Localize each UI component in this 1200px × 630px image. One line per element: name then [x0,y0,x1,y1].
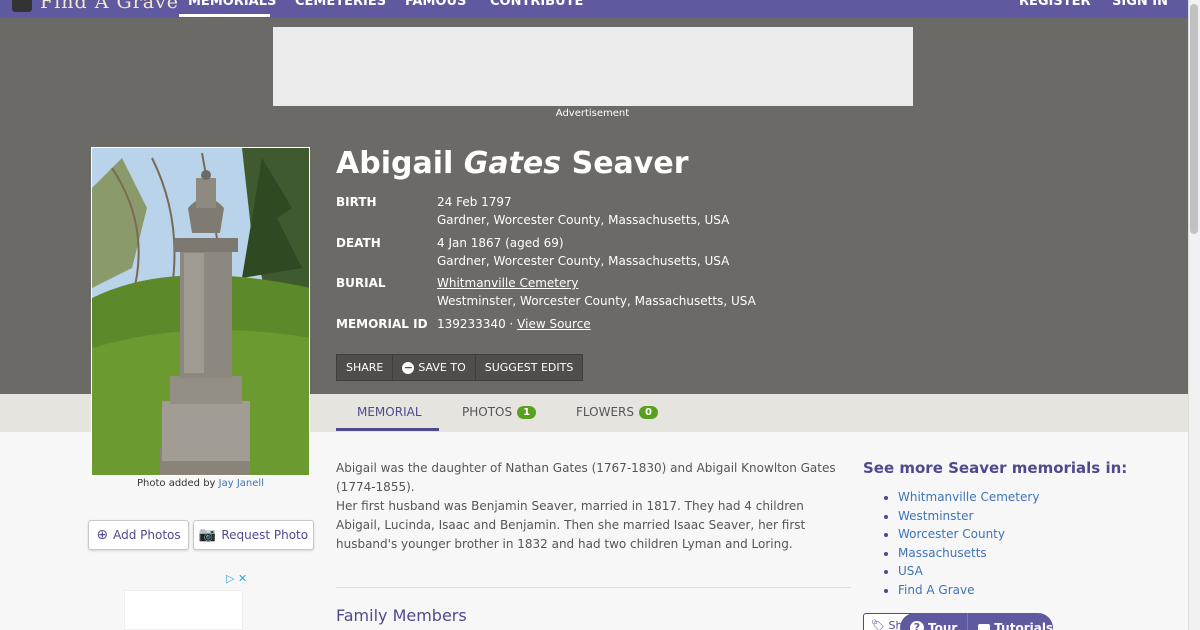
see-more-link-city[interactable]: Westminster [880,507,1039,526]
tab-memorial[interactable]: MEMORIAL [357,405,422,419]
family-members-heading: Family Members [336,606,467,625]
tab-photos[interactable]: PHOTOS 1 [462,405,537,419]
tab-active-underline [336,428,439,431]
video-icon [978,623,991,630]
logo-icon [12,0,32,12]
nav-contribute[interactable]: CONTRIBUTE [490,0,583,9]
plus-circle-icon: ⊕ [96,527,109,543]
see-more-list: Whitmanville Cemetery Westminster Worces… [880,488,1039,599]
nav-cemeteries[interactable]: CEMETERIES [295,0,386,9]
tag-icon: 🏷 [871,619,885,630]
birth-label: BIRTH [336,195,377,209]
ad-label: Advertisement [555,108,630,119]
gravestone-image [92,148,309,475]
memorial-id-label: MEMORIAL ID [336,317,428,331]
tour-button[interactable]: ? Tour [900,613,967,630]
memorial-actions: SHARE − SAVE TO SUGGEST EDITS [336,354,584,381]
see-more-heading: See more Seaver memorials in: [863,459,1128,477]
gravestone-photo[interactable] [91,147,310,476]
sidebar-ad[interactable] [124,590,243,630]
burial-label: BURIAL [336,276,386,290]
flowers-count-badge: 0 [639,406,658,419]
see-more-link-country[interactable]: USA [880,562,1039,581]
maiden-name: Gates [463,146,562,181]
camera-icon: 📷 [198,527,217,543]
nav-register[interactable]: REGISTER [1019,0,1091,9]
scrollbar-thumb[interactable] [1190,4,1198,234]
memorial-name: Abigail Gates Seaver [336,146,689,181]
photos-count-badge: 1 [517,406,537,419]
death-label: DEATH [336,236,381,250]
birth-value: 24 Feb 1797 Gardner, Worcester County, M… [437,195,730,227]
memorial-id-value: 139233340 · View Source [437,317,591,331]
burial-value: Whitmanville Cemetery Westminster, Worce… [437,274,756,308]
see-more-link-county[interactable]: Worcester County [880,525,1039,544]
banner-ad[interactable] [273,27,913,106]
nav-memorials[interactable]: MEMORIALS [188,0,276,9]
see-more-link-state[interactable]: Massachusetts [880,544,1039,563]
section-divider [336,587,851,588]
ad-choices-icon[interactable]: ▷ ✕ [226,572,247,585]
suggest-edits-button[interactable]: SUGGEST EDITS [475,354,584,381]
top-navigation: Find A Grave MEMORIALS CEMETERIES FAMOUS… [0,0,1188,18]
add-photos-button[interactable]: ⊕ Add Photos [88,520,189,550]
tutorials-button[interactable]: Tutorials [967,613,1063,630]
help-pill: ? Tour Tutorials [900,613,1053,630]
burial-cemetery-link[interactable]: Whitmanville Cemetery [437,274,756,292]
view-source-link[interactable]: View Source [517,317,591,331]
nav-active-indicator [179,14,270,17]
memorial-bio: Abigail was the daughter of Nathan Gates… [336,461,836,551]
nav-sign-in[interactable]: SIGN IN [1112,0,1168,9]
death-value: 4 Jan 1867 (aged 69) Gardner, Worcester … [437,236,730,268]
see-more-link-site[interactable]: Find A Grave [880,581,1039,600]
see-more-link-cemetery[interactable]: Whitmanville Cemetery [880,488,1039,507]
minus-circle-icon: − [402,360,415,374]
save-to-button[interactable]: − SAVE TO [393,354,476,381]
share-button[interactable]: SHARE [336,354,394,381]
question-icon: ? [910,621,924,630]
site-logo[interactable]: Find A Grave [12,0,179,13]
photo-contributor-link[interactable]: Jay Janell [219,478,264,489]
photo-credit: Photo added by Jay Janell [137,478,264,489]
scrollbar[interactable] [1188,0,1200,630]
tab-flowers[interactable]: FLOWERS 0 [576,405,658,419]
request-photo-button[interactable]: 📷 Request Photo [193,520,314,550]
nav-famous[interactable]: FAMOUS [405,0,466,9]
